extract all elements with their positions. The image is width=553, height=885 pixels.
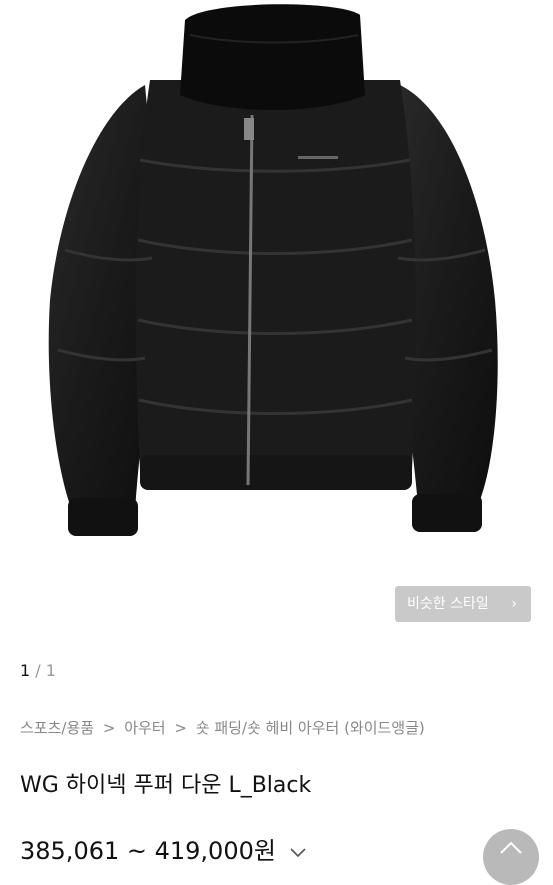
image-pager: 1 / 1 xyxy=(20,661,56,680)
black-puffer-jacket-image xyxy=(48,4,498,536)
breadcrumb-separator: > xyxy=(102,719,116,737)
pager-total: / 1 xyxy=(35,661,56,680)
chevron-down-icon[interactable] xyxy=(290,843,306,862)
breadcrumb: 스포츠/용품 > 아우터 > 숏 패딩/숏 헤비 아우터 (와이드앵글) xyxy=(20,717,425,738)
breadcrumb-item-sports[interactable]: 스포츠/용품 xyxy=(20,719,94,737)
chevron-up-icon xyxy=(500,841,522,854)
scroll-to-top-button[interactable] xyxy=(483,829,539,885)
breadcrumb-separator: > xyxy=(174,719,187,737)
similar-style-label: 비슷한 스타일 xyxy=(407,596,489,612)
chevron-right-icon: › xyxy=(511,596,517,612)
breadcrumb-item-short-padding[interactable]: 숏 패딩/숏 헤비 아우터 (와이드앵글) xyxy=(196,719,425,737)
product-image-area[interactable]: 비슷한 스타일 › xyxy=(0,0,553,645)
product-title: WG 하이넥 푸퍼 다운 L_Black xyxy=(20,773,312,798)
similar-style-button[interactable]: 비슷한 스타일 › xyxy=(395,586,531,622)
breadcrumb-item-outer[interactable]: 아우터 xyxy=(124,719,165,737)
pager-current: 1 xyxy=(20,661,31,680)
